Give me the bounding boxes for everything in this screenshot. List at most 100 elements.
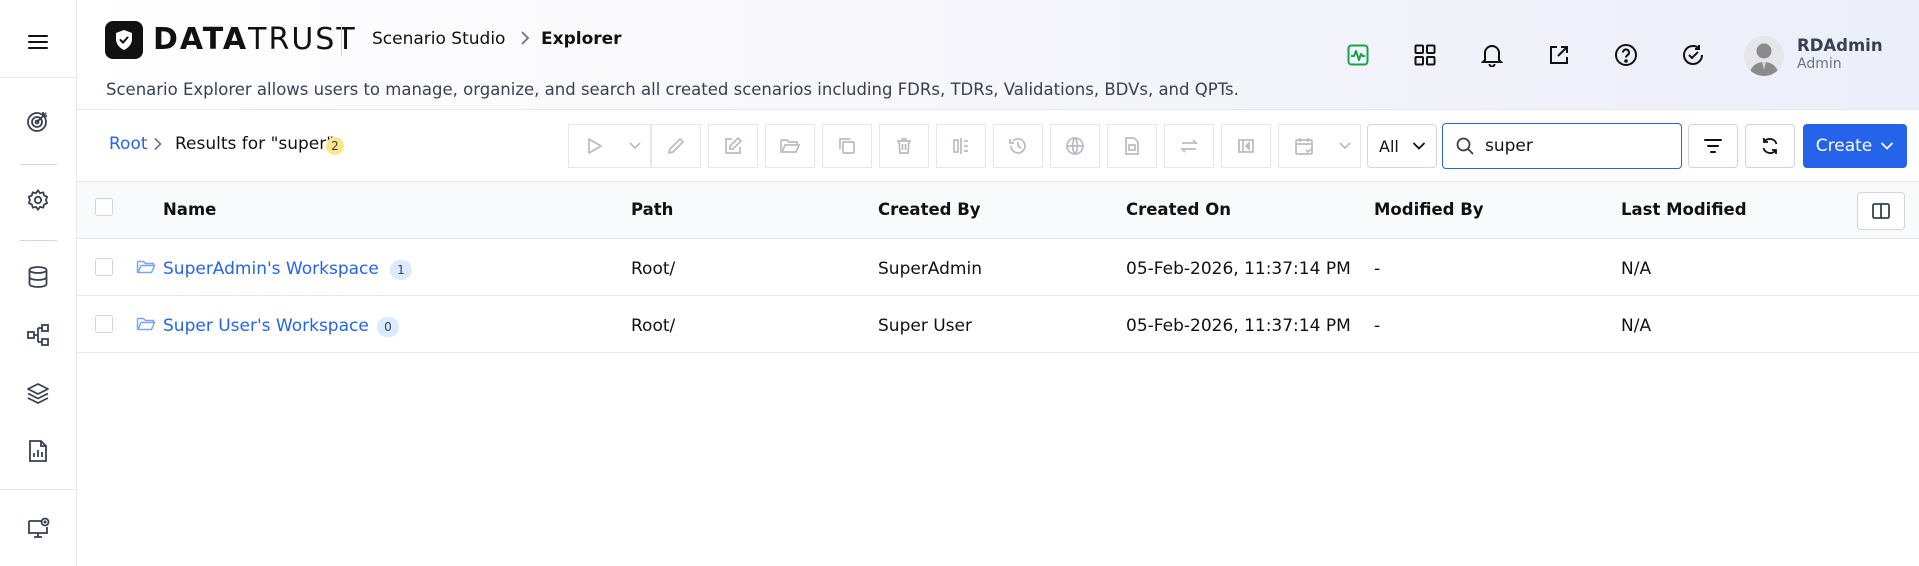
row-created-by: SuperAdmin — [878, 259, 982, 279]
chevron-down-icon — [1338, 142, 1351, 150]
create-button[interactable]: Create — [1803, 124, 1907, 168]
search-icon — [1455, 136, 1475, 156]
folder-icon — [136, 259, 156, 275]
chevron-down-icon — [1412, 142, 1426, 150]
apps-grid-icon[interactable] — [1410, 40, 1440, 70]
search-results-label: Results for "super" — [175, 134, 335, 154]
column-header-created-by[interactable]: Created By — [878, 200, 981, 219]
row-name-link[interactable]: Super User's Workspace — [163, 316, 369, 336]
activity-icon[interactable] — [1343, 40, 1373, 70]
avatar[interactable] — [1744, 36, 1784, 76]
flow-icon[interactable] — [22, 319, 54, 351]
user-name[interactable]: RDAdmin — [1797, 36, 1883, 55]
folder-open-icon — [780, 139, 801, 153]
run-icon — [588, 138, 602, 154]
menu-icon[interactable] — [22, 26, 54, 58]
monitor-icon[interactable] — [22, 512, 54, 544]
report-icon[interactable] — [22, 435, 54, 467]
column-header-path[interactable]: Path — [631, 200, 673, 219]
publish-button[interactable] — [1050, 124, 1100, 168]
breadcrumb-root[interactable]: Root — [109, 134, 148, 154]
header-divider — [341, 24, 342, 56]
run-options-dropdown[interactable] — [619, 124, 651, 168]
external-link-icon[interactable] — [1544, 40, 1574, 70]
filter-icon — [1704, 139, 1722, 153]
column-header-last-modified[interactable]: Last Modified — [1621, 200, 1747, 219]
chevron-down-icon — [1881, 142, 1894, 150]
table-row[interactable]: Super User's Workspace 0 Root/ Super Use… — [77, 296, 1919, 353]
search-input[interactable] — [1485, 134, 1670, 158]
page-title: Explorer — [541, 29, 622, 49]
rail-divider — [0, 77, 77, 78]
column-toggle-button[interactable] — [1857, 192, 1905, 230]
target-icon[interactable] — [22, 105, 54, 137]
skip-back-button[interactable] — [1221, 124, 1271, 168]
row-name-link[interactable]: SuperAdmin's Workspace — [163, 259, 379, 279]
rail-divider — [0, 489, 77, 490]
copy-button[interactable] — [822, 124, 872, 168]
row-checkbox[interactable] — [95, 315, 113, 333]
table-header: Name Path Created By Created On Modified… — [77, 182, 1919, 239]
results-count-badge: 2 — [326, 137, 344, 155]
row-modified-by: - — [1374, 316, 1381, 336]
copy-icon — [839, 138, 855, 154]
globe-icon — [1066, 137, 1084, 155]
run-button[interactable] — [568, 124, 620, 168]
rename-button[interactable] — [651, 124, 701, 168]
column-header-created-on[interactable]: Created On — [1126, 200, 1231, 219]
database-icon[interactable] — [22, 261, 54, 293]
transfer-button[interactable] — [1164, 124, 1214, 168]
gear-icon[interactable] — [22, 184, 54, 216]
row-last-modified: N/A — [1621, 316, 1652, 336]
refresh-icon — [1762, 138, 1778, 154]
history-icon — [1009, 138, 1026, 154]
rail-separator — [20, 164, 57, 165]
schedule-button[interactable] — [1278, 124, 1330, 168]
history-button[interactable] — [993, 124, 1043, 168]
row-last-modified: N/A — [1621, 259, 1652, 279]
help-icon[interactable] — [1611, 40, 1641, 70]
column-header-name[interactable]: Name — [163, 200, 216, 219]
type-filter-value: All — [1379, 136, 1399, 156]
select-all-checkbox[interactable] — [95, 198, 113, 216]
compare-button[interactable] — [936, 124, 986, 168]
explorer-toolbar: Root Results for "super" 2 All super Cre… — [77, 110, 1919, 182]
edit-icon — [725, 136, 743, 154]
transfer-icon — [1179, 139, 1199, 153]
rail-separator — [20, 240, 57, 241]
column-header-modified-by[interactable]: Modified By — [1374, 200, 1484, 219]
row-created-on: 05-Feb-2026, 11:37:14 PM — [1126, 259, 1351, 279]
pencil-icon — [667, 137, 685, 155]
chevron-right-icon — [520, 30, 530, 46]
row-path: Root/ — [631, 259, 676, 279]
open-folder-button[interactable] — [765, 124, 815, 168]
delete-button[interactable] — [879, 124, 929, 168]
breadcrumb-app[interactable]: Scenario Studio — [372, 29, 505, 49]
row-count-badge: 1 — [390, 260, 412, 280]
app-header: DATATRUST Scenario Studio Explorer Scena… — [77, 0, 1919, 110]
row-checkbox[interactable] — [95, 258, 113, 276]
row-path: Root/ — [631, 316, 676, 336]
file-icon — [1125, 137, 1139, 155]
table-row[interactable]: SuperAdmin's Workspace 1 Root/ SuperAdmi… — [77, 239, 1919, 296]
page-description: Scenario Explorer allows users to manage… — [106, 80, 1239, 99]
row-count-badge: 0 — [377, 317, 399, 337]
compare-icon — [953, 138, 968, 154]
filter-button[interactable] — [1688, 124, 1738, 168]
calendar-icon — [1295, 138, 1313, 155]
edit-button[interactable] — [708, 124, 758, 168]
schedule-options-dropdown[interactable] — [1329, 124, 1361, 168]
skip-back-icon — [1238, 139, 1254, 153]
left-rail — [0, 0, 77, 566]
check-refresh-icon[interactable] — [1678, 40, 1708, 70]
layers-icon[interactable] — [22, 377, 54, 409]
row-created-by: Super User — [878, 316, 972, 336]
type-filter-select[interactable]: All — [1367, 124, 1437, 168]
document-button[interactable] — [1107, 124, 1157, 168]
search-box[interactable] — [1442, 123, 1682, 169]
folder-icon — [136, 316, 156, 332]
brand-logo: DATATRUST — [153, 22, 357, 57]
columns-icon — [1872, 203, 1890, 219]
refresh-button[interactable] — [1745, 124, 1795, 168]
bell-icon[interactable] — [1477, 40, 1507, 70]
